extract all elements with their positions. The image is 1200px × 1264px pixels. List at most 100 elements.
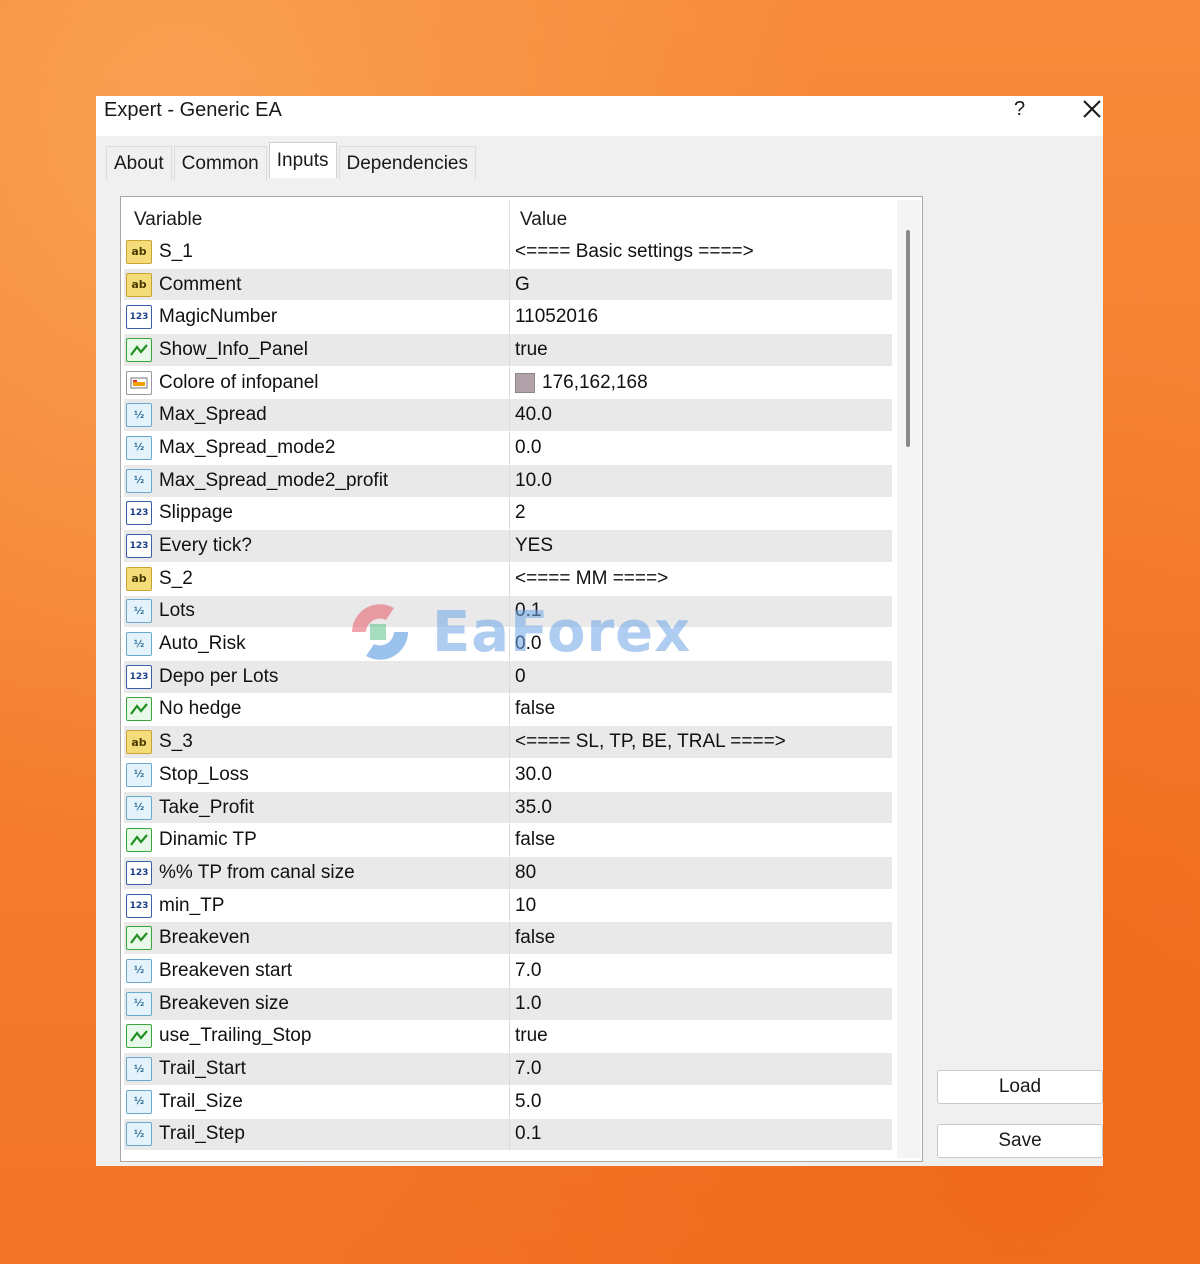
double-type-icon: ½ xyxy=(126,958,152,983)
value-cell[interactable]: false xyxy=(510,824,892,856)
value-cell[interactable]: 0.0 xyxy=(510,432,892,464)
table-row[interactable]: Show_Info_Panel true xyxy=(124,334,892,367)
double-type-icon: ½ xyxy=(126,632,152,657)
load-button[interactable]: Load xyxy=(937,1070,1103,1104)
variable-name: S_1 xyxy=(159,240,193,262)
color-swatch[interactable] xyxy=(515,372,535,393)
table-row[interactable]: ½ Auto_Risk 0.0 xyxy=(124,628,892,661)
value-text: false xyxy=(515,698,556,720)
table-row[interactable]: 123 Slippage 2 xyxy=(124,497,892,531)
table-row[interactable]: ½ Max_Spread_mode2_profit 10.0 xyxy=(124,464,892,498)
table-row[interactable]: ab S_3 <==== SL, TP, BE, TRAL ====> xyxy=(124,726,892,759)
table-row[interactable]: ab Comment G xyxy=(124,268,892,302)
variable-name: use_Trailing_Stop xyxy=(159,1025,312,1047)
save-button[interactable]: Save xyxy=(937,1124,1103,1158)
table-row[interactable]: ab S_2 <==== MM ====> xyxy=(124,562,892,596)
value-cell[interactable]: 35.0 xyxy=(510,792,892,824)
scrollbar-thumb[interactable] xyxy=(906,230,910,447)
value-cell[interactable]: <==== Basic settings ====> xyxy=(510,236,892,268)
variable-name: Breakeven xyxy=(159,927,250,949)
table-row[interactable]: Dinamic TP false xyxy=(124,824,892,858)
value-cell[interactable]: 40.0 xyxy=(510,399,892,431)
double-type-icon: ½ xyxy=(126,468,152,493)
tab-strip: About Common Inputs Dependencies xyxy=(106,142,478,180)
table-row[interactable]: Breakeven false xyxy=(124,922,892,956)
table-row[interactable]: 123 Depo per Lots 0 xyxy=(124,660,892,694)
double-type-icon: ½ xyxy=(126,762,152,787)
value-cell[interactable]: 1.0 xyxy=(510,988,892,1020)
expert-properties-dialog: Expert - Generic EA ? About Common Input… xyxy=(96,96,1103,1166)
value-text: G xyxy=(515,273,530,295)
table-row[interactable]: ½ Breakeven start 7.0 xyxy=(124,955,892,988)
help-button[interactable]: ? xyxy=(1014,98,1025,121)
variable-name: Breakeven start xyxy=(159,959,293,981)
value-cell[interactable]: 2 xyxy=(510,498,892,530)
value-cell[interactable]: 10 xyxy=(510,890,892,922)
value-cell[interactable]: 11052016 xyxy=(510,301,892,333)
value-cell[interactable]: 176,162,168 xyxy=(510,367,892,399)
variable-cell: ab Comment xyxy=(124,268,510,301)
value-cell[interactable]: false xyxy=(510,694,892,726)
table-row[interactable]: 123 Every tick? YES xyxy=(124,530,892,563)
tab-about[interactable]: About xyxy=(106,146,172,180)
integer-type-icon: 123 xyxy=(126,501,152,526)
value-cell[interactable]: 7.0 xyxy=(510,955,892,987)
variable-name: No hedge xyxy=(159,698,242,720)
value-cell[interactable]: <==== SL, TP, BE, TRAL ====> xyxy=(510,726,892,758)
value-cell[interactable]: <==== MM ====> xyxy=(510,563,892,595)
table-row[interactable]: No hedge false xyxy=(124,693,892,727)
value-cell[interactable]: 0.0 xyxy=(510,628,892,660)
table-row[interactable]: ½ Take_Profit 35.0 xyxy=(124,791,892,825)
value-text: 5.0 xyxy=(515,1090,542,1112)
value-cell[interactable]: 80 xyxy=(510,857,892,889)
table-row[interactable]: ½ Stop_Loss 30.0 xyxy=(124,759,892,792)
table-row[interactable]: use_Trailing_Stop true xyxy=(124,1020,892,1054)
tab-common[interactable]: Common xyxy=(173,146,267,180)
tab-dependencies[interactable]: Dependencies xyxy=(338,146,476,180)
tab-inputs[interactable]: Inputs xyxy=(268,142,337,178)
value-cell[interactable]: 10.0 xyxy=(510,465,892,497)
vertical-scrollbar[interactable] xyxy=(897,200,921,1158)
variable-cell: ½ Take_Profit xyxy=(124,791,510,824)
close-button[interactable] xyxy=(1081,96,1103,122)
table-row[interactable]: Colore of infopanel 176,162,168 xyxy=(124,366,892,400)
table-row[interactable]: ½ Lots 0.1 xyxy=(124,595,892,629)
string-type-icon: ab xyxy=(126,566,152,591)
variable-cell: ½ Max_Spread xyxy=(124,399,510,432)
value-cell[interactable]: true xyxy=(510,334,892,366)
column-header-value[interactable]: Value xyxy=(510,200,892,236)
value-cell[interactable]: true xyxy=(510,1021,892,1053)
integer-type-icon: 123 xyxy=(126,893,152,918)
table-row[interactable]: ab S_1 <==== Basic settings ====> xyxy=(124,236,892,269)
table-row[interactable]: ½ Max_Spread_mode2 0.0 xyxy=(124,432,892,465)
inputs-panel: Variable Value ab S_1 <==== Basic settings… xyxy=(120,196,923,1162)
value-cell[interactable]: 7.0 xyxy=(510,1053,892,1085)
value-cell[interactable]: YES xyxy=(510,530,892,562)
double-type-icon: ½ xyxy=(126,1122,152,1147)
value-cell[interactable]: 0 xyxy=(510,661,892,693)
grid-header: Variable Value xyxy=(124,200,892,236)
table-row[interactable]: 123 %% TP from canal size 80 xyxy=(124,857,892,890)
variable-name: Every tick? xyxy=(159,535,252,557)
value-cell[interactable]: 5.0 xyxy=(510,1086,892,1118)
table-row[interactable]: ½ Trail_Size 5.0 xyxy=(124,1085,892,1119)
variable-name: Trail_Size xyxy=(159,1090,243,1112)
column-header-variable[interactable]: Variable xyxy=(124,200,510,236)
value-cell[interactable]: G xyxy=(510,269,892,301)
variable-cell: ½ Trail_Step xyxy=(124,1118,510,1151)
value-cell[interactable]: 0.1 xyxy=(510,596,892,628)
table-row[interactable]: ½ Trail_Step 0.1 xyxy=(124,1118,892,1152)
table-row[interactable]: ½ Trail_Start 7.0 xyxy=(124,1053,892,1086)
double-type-icon: ½ xyxy=(126,435,152,460)
variable-cell: 123 min_TP xyxy=(124,889,510,922)
value-cell[interactable]: 0.1 xyxy=(510,1119,892,1151)
table-row[interactable]: 123 MagicNumber 11052016 xyxy=(124,301,892,335)
table-row[interactable]: 123 min_TP 10 xyxy=(124,889,892,923)
value-text: <==== SL, TP, BE, TRAL ====> xyxy=(515,731,786,753)
value-cell[interactable]: 30.0 xyxy=(510,759,892,791)
value-cell[interactable]: false xyxy=(510,922,892,954)
variable-cell: No hedge xyxy=(124,693,510,726)
table-row[interactable]: ½ Max_Spread 40.0 xyxy=(124,399,892,433)
value-text: 1.0 xyxy=(515,992,542,1014)
table-row[interactable]: ½ Breakeven size 1.0 xyxy=(124,987,892,1021)
